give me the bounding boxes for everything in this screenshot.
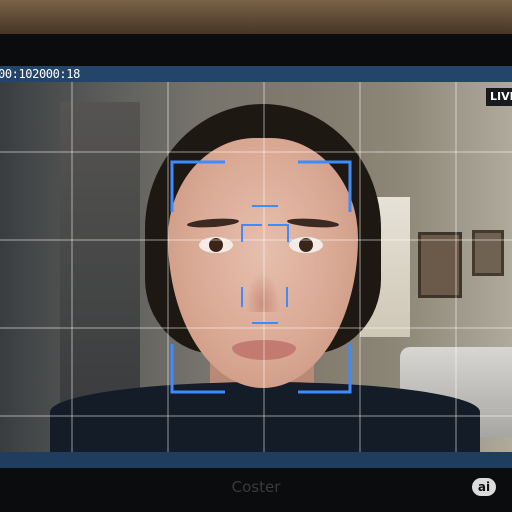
bracket-top-right <box>298 160 352 212</box>
live-camera-feed[interactable]: LIVE <box>0 82 512 452</box>
landmark-inner-bracket-left <box>241 224 262 242</box>
timecode-readout: 00:102000:18 <box>0 67 80 81</box>
bracket-top-left <box>170 160 225 212</box>
camera-monitor-screen: 00:102000:18 LIV <box>0 66 512 468</box>
bottom-status-bar <box>0 452 512 468</box>
bracket-bottom-left <box>170 344 225 394</box>
landmark-inner-bracket-right <box>268 224 289 242</box>
monitor-brand-logo: Coster <box>231 478 281 496</box>
ai-badge[interactable]: ai <box>472 478 496 496</box>
framing-grid-overlay <box>0 82 512 452</box>
face-landmark-markers <box>241 205 289 324</box>
top-status-bar: 00:102000:18 <box>0 66 512 82</box>
bracket-bottom-right <box>298 344 352 394</box>
face-detection-box <box>170 160 352 394</box>
live-indicator-badge: LIVE <box>486 88 512 106</box>
